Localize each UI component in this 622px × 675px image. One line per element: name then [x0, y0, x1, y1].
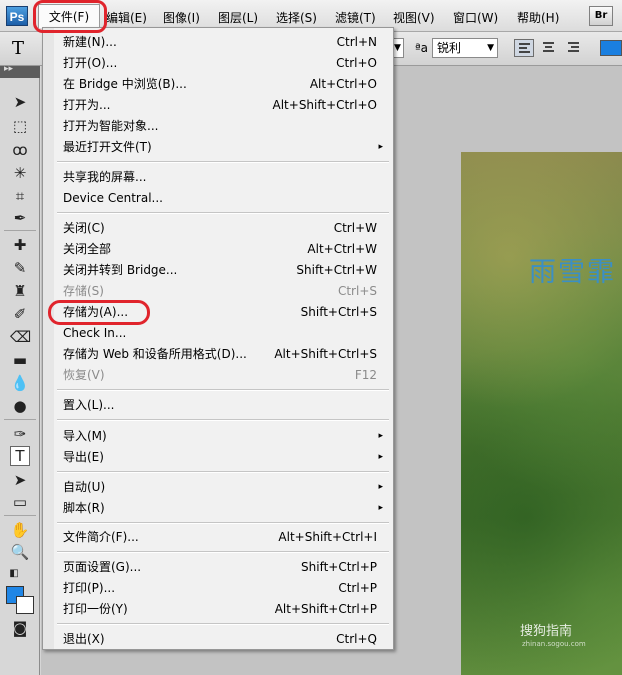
menu-item-share-screen[interactable]: 共享我的屏幕... [63, 167, 387, 188]
text-color-swatch[interactable] [600, 40, 622, 56]
menu-item-open-smart-object[interactable]: 打开为智能对象... [63, 116, 387, 137]
menu-item-file-info[interactable]: 文件简介(F)... Alt+Shift+Ctrl+I [63, 527, 387, 548]
menu-item-exit[interactable]: 退出(X) Ctrl+Q [63, 629, 387, 650]
bridge-button[interactable]: Br [589, 6, 613, 26]
submenu-arrow-icon: ▸ [378, 452, 383, 462]
align-left-button[interactable] [514, 39, 534, 57]
menu-item-save-for-web[interactable]: 存储为 Web 和设备所用格式(D)... Alt+Shift+Ctrl+S [63, 344, 387, 365]
submenu-arrow-icon: ▸ [378, 142, 383, 152]
menu-item-close[interactable]: 关闭(C) Ctrl+W [63, 218, 387, 239]
submenu-arrow-icon: ▸ [378, 431, 383, 441]
watermark: 搜狗指南 [520, 624, 573, 639]
photoshop-logo: Ps [6, 6, 28, 26]
type-tool-icon[interactable]: T [10, 446, 30, 466]
menu-item-place[interactable]: 置入(L)... [63, 395, 387, 416]
move-tool-icon[interactable]: ➤ [10, 92, 30, 112]
toolbox-header[interactable]: ▸▸ [0, 64, 40, 78]
eraser-icon[interactable]: ⌫ [10, 327, 31, 347]
path-selection-icon[interactable]: ➤ [10, 470, 30, 490]
align-right-button[interactable] [564, 39, 584, 57]
zoom-tool-icon[interactable]: 🔍 [10, 542, 30, 562]
healing-brush-icon[interactable]: ✚ [10, 235, 30, 255]
blur-tool-icon[interactable]: 💧 [10, 373, 30, 393]
menu-item-save: 存储(S) Ctrl+S [63, 284, 377, 298]
menu-item-automate[interactable]: 自动(U) ▸ [63, 477, 387, 498]
pen-tool-icon[interactable]: ✑ [10, 424, 30, 444]
tool-preset-picker[interactable]: T [12, 38, 24, 59]
menu-window[interactable]: 窗口(W) [453, 9, 498, 26]
menu-layer[interactable]: 图层(L) [218, 9, 258, 26]
menu-file[interactable]: 文件(F) [38, 4, 100, 28]
quick-mask-icon[interactable]: ◙ [10, 618, 30, 638]
menu-item-revert: 恢复(V) F12 [63, 368, 377, 382]
menu-item-new[interactable]: 新建(N)... Ctrl+N [63, 32, 387, 53]
antialias-icon: ªa [415, 41, 429, 55]
canvas-photo[interactable] [461, 152, 622, 675]
lasso-tool-icon[interactable]: ꝏ [10, 140, 30, 160]
menu-item-close-all[interactable]: 关闭全部 Alt+Ctrl+W [63, 239, 387, 260]
clone-stamp-icon[interactable]: ♜ [10, 281, 30, 301]
menu-help[interactable]: 帮助(H) [517, 9, 559, 26]
menu-item-recent-files[interactable]: 最近打开文件(T) ▸ [63, 137, 387, 158]
collapse-icon: ▸▸ [4, 64, 14, 74]
menu-item-page-setup[interactable]: 页面设置(G)... Shift+Ctrl+P [63, 557, 387, 578]
menu-item-open[interactable]: 打开(O)... Ctrl+O [63, 53, 387, 74]
menu-item-import[interactable]: 导入(M) ▸ [63, 426, 387, 447]
eyedropper-icon[interactable]: ✒ [10, 208, 30, 228]
menu-item-check-in[interactable]: Check In... [63, 323, 387, 344]
history-brush-icon[interactable]: ✐ [10, 304, 30, 324]
menu-view[interactable]: 视图(V) [393, 9, 435, 26]
antialias-select[interactable]: 锐利 ▼ [432, 38, 498, 58]
default-colors-icon[interactable]: ◧ ⇆ [4, 564, 24, 599]
crop-tool-icon[interactable]: ⌗ [10, 186, 30, 206]
brush-tool-icon[interactable]: ✎ [10, 258, 30, 278]
menu-select[interactable]: 选择(S) [276, 9, 317, 26]
menu-item-save-as[interactable]: 存储为(A)... Shift+Ctrl+S [63, 302, 387, 323]
menu-item-scripts[interactable]: 脚本(R) ▸ [63, 498, 387, 519]
gradient-tool-icon[interactable]: ▬ [10, 350, 30, 370]
submenu-arrow-icon: ▸ [378, 482, 383, 492]
submenu-arrow-icon: ▸ [378, 503, 383, 513]
file-menu-dropdown: 新建(N)... Ctrl+N 打开(O)... Ctrl+O 在 Bridge 中… [42, 27, 394, 650]
menu-item-device-central[interactable]: Device Central... [63, 188, 387, 209]
align-center-button[interactable] [539, 39, 559, 57]
marquee-tool-icon[interactable]: ⬚ [10, 116, 30, 136]
menu-item-print[interactable]: 打印(P)... Ctrl+P [63, 578, 387, 599]
background-color[interactable] [16, 596, 34, 614]
menu-item-browse-bridge[interactable]: 在 Bridge 中浏览(B)... Alt+Ctrl+O [63, 74, 387, 95]
dodge-tool-icon[interactable]: ● [10, 396, 30, 416]
menu-item-print-one[interactable]: 打印一份(Y) Alt+Shift+Ctrl+P [63, 599, 387, 620]
menu-edit[interactable]: 编辑(E) [106, 9, 147, 26]
menu-item-export[interactable]: 导出(E) ▸ [63, 447, 387, 468]
menu-item-close-go-bridge[interactable]: 关闭并转到 Bridge... Shift+Ctrl+W [63, 260, 387, 281]
menu-filter[interactable]: 滤镜(T) [335, 9, 376, 26]
shape-tool-icon[interactable]: ▭ [10, 492, 30, 512]
chevron-down-icon: ▼ [487, 43, 494, 53]
watermark-url: zhinan.sogou.com [522, 640, 586, 648]
toolbox: ➤ ⬚ ꝏ ✳ ⌗ ✒ ✚ ✎ ♜ ✐ ⌫ ▬ 💧 ● ✑ T ➤ ▭ ✋ 🔍 … [0, 78, 40, 675]
menu-item-open-as[interactable]: 打开为... Alt+Shift+Ctrl+O [63, 95, 387, 116]
magic-wand-icon[interactable]: ✳ [10, 163, 30, 183]
canvas-overlay-text: 雨雪霏 [529, 257, 616, 288]
hand-tool-icon[interactable]: ✋ [10, 520, 30, 540]
menu-image[interactable]: 图像(I) [163, 9, 200, 26]
antialias-value: 锐利 [437, 41, 462, 55]
